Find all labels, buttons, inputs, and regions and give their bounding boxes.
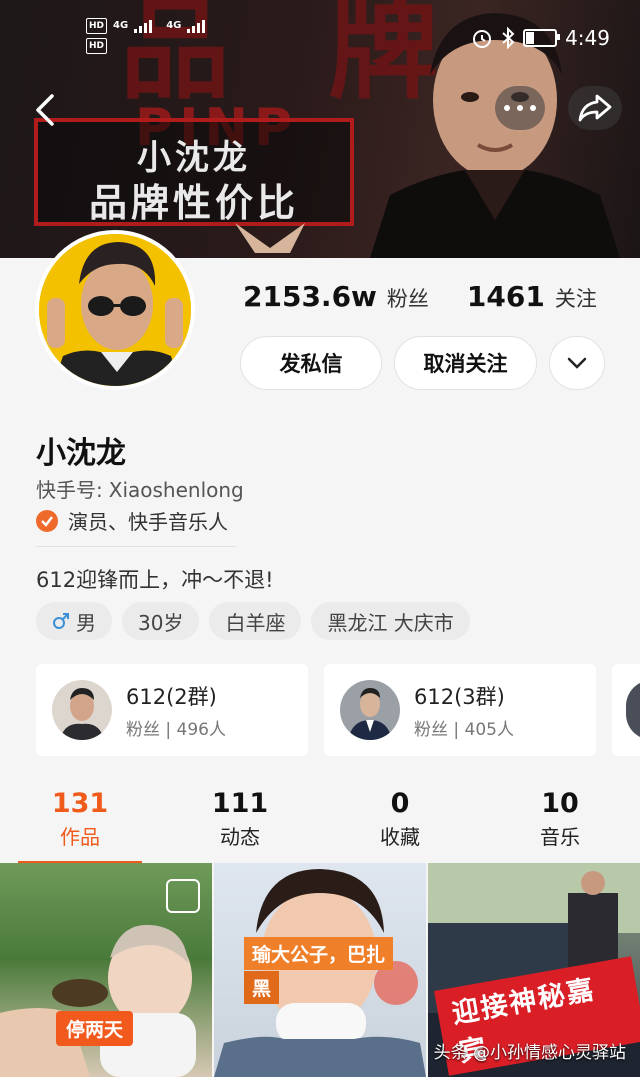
- share-icon: [578, 94, 612, 122]
- group-members: 粉丝 | 496人: [126, 719, 226, 740]
- avatar-image: [39, 234, 191, 386]
- followers-count[interactable]: 2153.6w: [243, 280, 377, 313]
- tab-music-count: 10: [541, 788, 579, 819]
- hd-badge: HD: [86, 18, 108, 34]
- work-item[interactable]: 迎接神秘嘉宾 头条 @小孙情感心灵驿站: [428, 863, 640, 1077]
- tag-gender: 男: [36, 602, 112, 640]
- fan-group-card-partial[interactable]: [612, 664, 640, 756]
- signal-icon: [134, 20, 153, 33]
- tab-favorites-count: 0: [390, 788, 410, 819]
- work-caption: 停两天: [56, 1011, 134, 1046]
- banner-hand-gesture: [235, 223, 305, 253]
- profile-section: 2153.6w 粉丝 1461 关注 发私信 取消关注 小沈龙 快手号: Xiao…: [0, 230, 640, 1077]
- group-name: 612(3群): [414, 684, 505, 709]
- fan-group-card[interactable]: 612(3群) 粉丝 | 405人: [324, 664, 596, 756]
- profile-stats: 2153.6w 粉丝 1461 关注: [243, 280, 625, 313]
- tab-favorites-label: 收藏: [380, 825, 420, 849]
- banner-title-box: 小沈龙 品牌性价比: [34, 118, 354, 226]
- kuaishou-id-value: Xiaoshenlong: [108, 478, 244, 502]
- unfollow-button[interactable]: 取消关注: [394, 336, 537, 390]
- tab-music-label: 音乐: [540, 825, 580, 849]
- male-icon: [53, 613, 69, 629]
- fan-group-card[interactable]: 612(2群) 粉丝 | 496人: [36, 664, 308, 756]
- network-label: 4G: [166, 20, 182, 31]
- expand-button[interactable]: [549, 336, 605, 390]
- alarm-icon: [473, 30, 492, 48]
- profile-banner: 品 牌 PINP 小沈龙 品牌性价比 HD 4G 4G HD: [0, 0, 640, 258]
- cover-badge-icon: [166, 879, 200, 913]
- status-bar: HD 4G 4G HD 4:49: [0, 18, 640, 58]
- profile-name: 小沈龙: [36, 436, 126, 471]
- work-caption-line2: 黑: [244, 971, 280, 1004]
- work-thumbnail: [214, 869, 426, 1077]
- signal-icon: [187, 20, 206, 33]
- tab-works[interactable]: 131 作品: [0, 788, 160, 864]
- kuaishou-id-label: 快手号:: [36, 478, 103, 502]
- tag-location-label: 黑龙江 大庆市: [327, 610, 454, 635]
- group-members: 粉丝 | 405人: [414, 719, 514, 740]
- works-grid: 停两天 瑜大公子，巴扎 黑 迎接神秘嘉宾 头条 @小孙情感心灵驿站: [0, 863, 640, 1077]
- tag-age-label: 30岁: [138, 610, 184, 635]
- status-signal-group: HD 4G 4G HD: [86, 18, 213, 54]
- content-tabs: 131 作品 111 动态 0 收藏 10 音乐: [0, 788, 640, 864]
- more-dots-icon: [504, 105, 536, 111]
- tab-moments-label: 动态: [220, 825, 260, 849]
- avatar[interactable]: [35, 230, 195, 390]
- group-name: 612(2群): [126, 684, 217, 709]
- group-avatar: [626, 680, 640, 740]
- verification-text: 演员、快手音乐人: [68, 510, 228, 534]
- divider: [36, 546, 236, 547]
- verification-row: 演员、快手音乐人: [36, 506, 228, 535]
- following-count[interactable]: 1461: [467, 280, 545, 313]
- tag-zodiac: 白羊座: [209, 602, 302, 640]
- tab-music[interactable]: 10 音乐: [480, 788, 640, 862]
- watermark-text: 头条 @小孙情感心灵驿站: [433, 1043, 626, 1063]
- tab-moments[interactable]: 111 动态: [160, 788, 320, 862]
- work-item[interactable]: 停两天: [0, 863, 212, 1077]
- tag-gender-label: 男: [76, 610, 96, 635]
- work-caption: 瑜大公子，巴扎: [244, 937, 394, 970]
- profile-tags: 男 30岁 白羊座 黑龙江 大庆市: [36, 602, 470, 640]
- send-message-button[interactable]: 发私信: [240, 336, 382, 390]
- group-avatar: [52, 680, 112, 740]
- back-icon[interactable]: [30, 90, 60, 130]
- kuaishou-id[interactable]: 快手号: Xiaoshenlong: [36, 474, 244, 503]
- network-label: 4G: [113, 20, 129, 31]
- tag-age: 30岁: [122, 602, 200, 640]
- group-avatar: [340, 680, 400, 740]
- bluetooth-icon: [502, 27, 515, 49]
- fan-groups: 612(2群) 粉丝 | 496人 612(3群) 粉丝 | 405人: [36, 664, 640, 756]
- status-time: 4:49: [565, 26, 610, 50]
- tag-zodiac-label: 白羊座: [225, 610, 286, 635]
- share-button[interactable]: [568, 86, 622, 130]
- verified-icon: [36, 509, 58, 532]
- tag-location: 黑龙江 大庆市: [311, 602, 470, 640]
- following-label[interactable]: 关注: [555, 283, 597, 313]
- status-right-group: 4:49: [471, 26, 610, 50]
- tab-favorites[interactable]: 0 收藏: [320, 788, 480, 862]
- profile-bio: 612迎锋而上，冲～不退!: [36, 568, 274, 592]
- work-item[interactable]: 瑜大公子，巴扎 黑: [214, 863, 426, 1077]
- followers-label[interactable]: 粉丝: [387, 283, 429, 313]
- tab-works-label: 作品: [60, 825, 100, 849]
- more-options-button[interactable]: [495, 86, 545, 130]
- battery-icon: [523, 29, 561, 47]
- tab-moments-count: 111: [211, 788, 269, 819]
- chevron-down-icon: [567, 357, 587, 369]
- hd-badge: HD: [86, 38, 108, 54]
- tab-works-count: 131: [51, 788, 109, 819]
